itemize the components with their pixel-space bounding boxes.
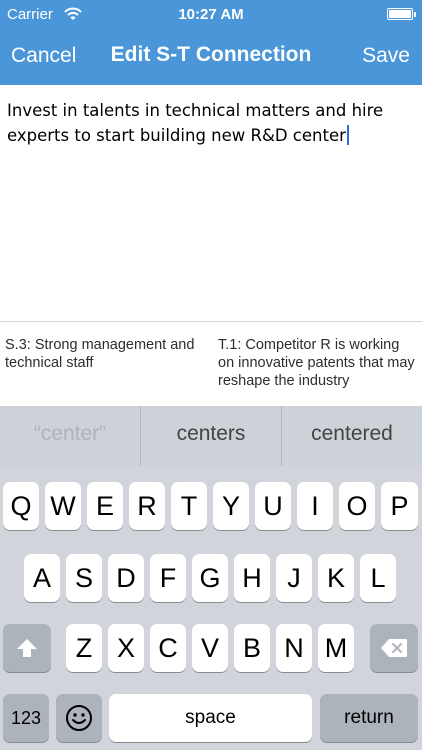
connection-text: Invest in talents in technical matters a… [7,101,384,145]
key-s[interactable]: S [66,554,102,602]
key-n[interactable]: N [276,624,312,672]
status-bar: Carrier 10:27 AM [0,0,422,30]
key-y[interactable]: Y [213,482,249,530]
strength-item: S.3: Strong management and technical sta… [5,337,195,371]
save-button[interactable]: Save [362,44,410,68]
keyboard: “center” centers centered Q W E R T Y U … [0,406,422,750]
status-time: 10:27 AM [178,6,244,23]
key-g[interactable]: G [192,554,228,602]
key-p[interactable]: P [381,482,418,530]
emoji-key[interactable] [56,694,102,742]
key-w[interactable]: W [45,482,81,530]
key-k[interactable]: K [318,554,354,602]
threat-item: T.1: Competitor R is working on innovati… [218,337,415,389]
key-l[interactable]: L [360,554,396,602]
key-c[interactable]: C [150,624,186,672]
suggestion-centers[interactable]: centers [141,406,281,466]
key-v[interactable]: V [192,624,228,672]
key-z[interactable]: Z [66,624,102,672]
key-h[interactable]: H [234,554,270,602]
key-m[interactable]: M [318,624,354,672]
key-j[interactable]: J [276,554,312,602]
connection-text-editor[interactable]: Invest in talents in technical matters a… [0,85,422,321]
delete-icon [381,638,407,657]
delete-key[interactable] [370,624,418,672]
emoji-icon [66,704,92,731]
key-t[interactable]: T [171,482,207,530]
key-i[interactable]: I [297,482,333,530]
navigation-header: Carrier 10:27 AM Cancel Edit S-T Connect… [0,0,422,85]
suggestion-bar: “center” centers centered [0,406,422,466]
shift-icon [17,638,37,657]
key-r[interactable]: R [129,482,165,530]
return-key[interactable]: return [320,694,418,742]
battery-icon [387,8,416,20]
text-cursor [346,125,349,145]
page-title: Edit S-T Connection [110,43,312,66]
space-key[interactable]: space [109,694,312,742]
suggestion-centered[interactable]: centered [282,406,422,466]
key-d[interactable]: D [108,554,144,602]
key-e[interactable]: E [87,482,123,530]
shift-key[interactable] [3,624,51,672]
key-a[interactable]: A [24,554,60,602]
key-b[interactable]: B [234,624,270,672]
connection-text-area[interactable]: Invest in talents in technical matters a… [7,98,415,148]
key-u[interactable]: U [255,482,291,530]
suggestion-current[interactable]: “center” [0,406,140,466]
key-f[interactable]: F [150,554,186,602]
numbers-key[interactable]: 123 [3,694,49,742]
key-o[interactable]: O [339,482,375,530]
section-divider [0,321,422,322]
key-q[interactable]: Q [3,482,39,530]
key-x[interactable]: X [108,624,144,672]
